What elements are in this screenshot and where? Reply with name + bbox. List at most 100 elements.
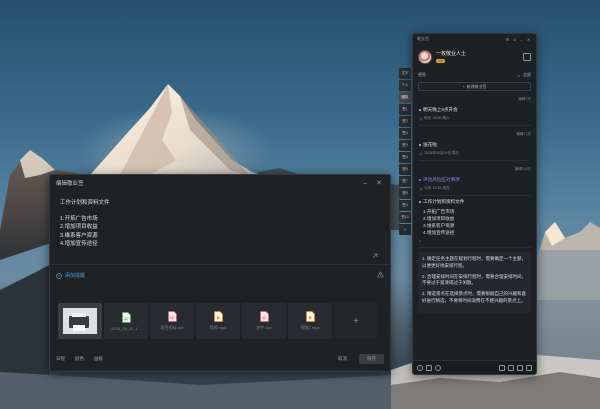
note-card[interactable]: 评估风险应对事项 ◷ 今天 12:45 周四 [418, 174, 531, 196]
content-line: 4.增加宣传途径 [60, 240, 98, 247]
editor-bottom-toolbar: 日程 颜色 画板 取消 保存 [56, 353, 384, 365]
sync-icon[interactable] [417, 364, 423, 371]
paperclip-icon: ⌂ [419, 239, 422, 243]
note-timestamp: 编辑2小时 [514, 167, 531, 171]
side-tab[interactable]: 签8 [399, 188, 411, 199]
note-title: 评估风险应对事项 [423, 177, 460, 182]
add-icon[interactable] [499, 364, 505, 371]
printer-photo-thumbnail [63, 308, 97, 334]
notes-panel: 敬业签 ⚙ ⊙ – ✕ 一枚敬业人士 VIP 便签 ⌕ 全部 + 新建敬业签 编… [412, 33, 537, 375]
content-line: 1.开拓广告市场 [60, 216, 98, 223]
note-card[interactable]: 明天晚上6点开会 ◷ 明天 18:00 周六 [418, 104, 531, 126]
vip-badge: VIP [436, 59, 445, 63]
attachment-file[interactable]: 项目资料.doc [150, 303, 194, 339]
content-line: 3.维系客户资源 [60, 232, 98, 239]
side-tab-active[interactable]: 团队 [399, 92, 411, 103]
side-tab[interactable]: 签10 [399, 212, 411, 223]
toolbar-schedule[interactable]: 日程 [56, 356, 65, 362]
filter-bar: 便签 ⌕ 全部 [413, 70, 536, 80]
attachment-list: 2024_08_11_1... 项目资料.doc 视频.mp4 文件.doc 视… [58, 303, 378, 339]
note-timestamp: 编辑1天 [518, 97, 531, 101]
clock-icon [56, 272, 62, 279]
search-icon[interactable]: ⌕ [518, 73, 520, 78]
side-tab[interactable]: 签4 [399, 140, 411, 151]
add-reminder-button[interactable]: 添加提醒 [56, 272, 85, 279]
side-tab[interactable]: 签2 [399, 116, 411, 127]
toolbar-color[interactable]: 颜色 [75, 356, 84, 362]
expand-icon[interactable] [372, 253, 378, 259]
editor-titlebar[interactable]: 编辑敬业签 – ✕ [50, 175, 390, 191]
message-icon[interactable] [426, 364, 432, 371]
video-file-icon [305, 311, 315, 322]
attachment-caption: 2024_08_11_1... [111, 325, 141, 331]
reminder-text: 明天 18:00 周六 [424, 116, 450, 120]
pin-icon[interactable]: ⊙ [511, 37, 518, 42]
note-card[interactable]: 送花啦 ◷ 2025年09月29日 周五 [418, 139, 531, 161]
note-paragraph: 2. 合理安排时间在安排行程时，需要合理安排时间，不要过于紧凑或过于闲散。 [422, 273, 527, 286]
attachment-file[interactable]: 文件.doc [242, 303, 286, 339]
grid-icon[interactable] [517, 364, 523, 371]
content-line: 2.增加项目收益 [60, 224, 98, 231]
save-button[interactable]: 保存 [359, 354, 384, 364]
minimize-icon[interactable]: – [360, 178, 370, 188]
clock-icon: ◷ [419, 116, 423, 121]
attachment-indicator: ⌂ [419, 239, 531, 243]
history-icon[interactable] [435, 364, 441, 371]
new-note-label: 新建敬业签 [466, 83, 487, 89]
side-tab[interactable]: 签3 [399, 128, 411, 139]
filter-label[interactable]: 便签 [418, 72, 518, 78]
add-tab-button[interactable]: + [399, 224, 411, 235]
side-tab[interactable]: 签5 [399, 152, 411, 163]
side-tab[interactable]: 个人 [399, 80, 411, 91]
note-card-long[interactable]: 1. 确定任务主题在规划行程时，需要确定一个主题，以便更好地安排行程。 2. 合… [418, 252, 531, 313]
minimize-icon[interactable]: – [518, 37, 525, 42]
close-icon[interactable]: ✕ [525, 37, 532, 42]
editor-divider [50, 264, 390, 265]
side-tab[interactable]: 签6 [399, 164, 411, 175]
add-attachment-button[interactable]: + [334, 303, 378, 339]
calendar-icon[interactable] [523, 53, 531, 61]
username: 一枚敬业人士 [436, 51, 467, 57]
attachment-file[interactable]: 视频.mp4 [196, 303, 240, 339]
profile-info: 一枚敬业人士 VIP [436, 50, 519, 64]
attachment-caption: 项目资料.doc [160, 325, 184, 330]
note-content-area[interactable]: 工作计划和资料文件 1.开拓广告市场 2.增加项目收益 3.维系客户资源 4.增… [50, 191, 390, 256]
new-note-button[interactable]: + 新建敬业签 [418, 82, 531, 91]
side-tab[interactable]: 签7 [399, 176, 411, 187]
filter-all-dropdown[interactable]: 全部 [523, 72, 531, 78]
side-tab[interactable]: 签9 [399, 200, 411, 211]
red-file-icon [167, 311, 177, 322]
list-icon[interactable] [526, 364, 532, 371]
note-line: 4.增加宣传途径 [423, 230, 455, 235]
note-timestamp: 编辑27天 [516, 132, 531, 136]
toolbar-drawing[interactable]: 画板 [94, 356, 103, 362]
settings-icon[interactable]: ⚙ [504, 37, 511, 42]
note-title-row: 明天晚上6点开会 [419, 107, 531, 113]
note-title-row: 送花啦 [419, 142, 531, 148]
attachment-file[interactable]: 2024_08_11_1... [104, 303, 148, 339]
attachment-photo[interactable] [58, 303, 102, 339]
user-profile: 一枚敬业人士 VIP [413, 44, 536, 70]
bullet-icon [419, 200, 421, 203]
green-file-icon [121, 311, 131, 323]
panel-topbar[interactable]: 敬业签 ⚙ ⊙ – ✕ [413, 34, 536, 44]
close-icon[interactable]: ✕ [374, 178, 384, 188]
clock-icon: ◷ [419, 151, 423, 156]
avatar[interactable] [418, 50, 432, 64]
note-title: 送花啦 [423, 142, 437, 147]
side-tab[interactable]: 签1 [399, 104, 411, 115]
note-line: 2.增加项目收益 [423, 216, 455, 221]
cancel-button[interactable]: 取消 [338, 356, 347, 362]
attachment-caption: 文件.doc [256, 325, 272, 330]
warning-icon[interactable] [377, 271, 384, 278]
attachment-file[interactable]: 视频2.mp4 [288, 303, 332, 339]
note-card-open[interactable]: 工作计划和资料文件 1.开拓广告市场 2.增加项目收益 3.维系客户资源 4.增… [418, 196, 531, 248]
note-title: 明天晚上6点开会 [423, 107, 458, 112]
side-tab[interactable]: 文字 [399, 68, 411, 79]
add-reminder-label: 添加提醒 [65, 273, 86, 279]
category-side-tabs: 文字 个人 团队 签1 签2 签3 签4 签5 签6 签7 签8 签9 签10 … [399, 68, 411, 235]
note-body: 1.开拓广告市场 2.增加项目收益 3.维系客户资源 4.增加宣传途径 [419, 208, 531, 236]
attachment-caption: 视频2.mp4 [300, 325, 320, 330]
note-title-row: 工作计划和资料文件 [419, 199, 531, 205]
calendar-icon[interactable] [508, 364, 514, 371]
